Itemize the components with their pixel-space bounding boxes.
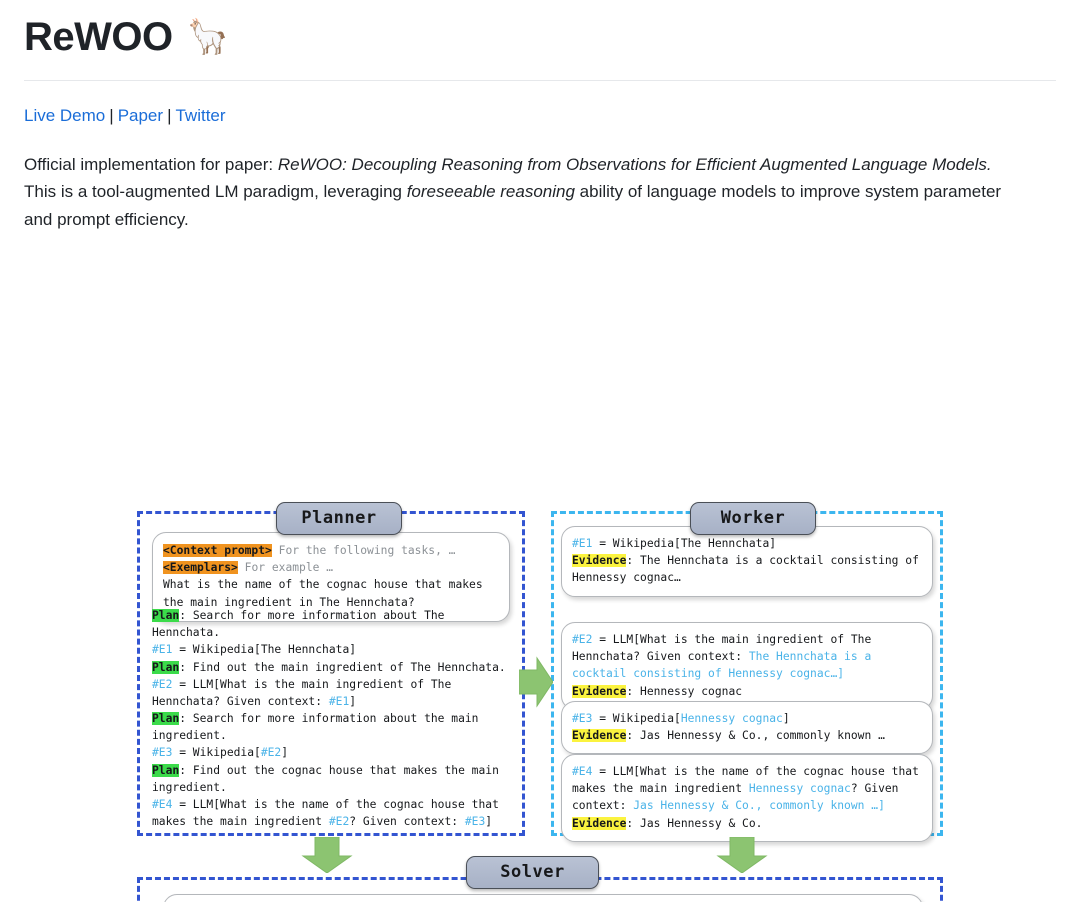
planner-step-plan-3: Plan: Search for more information about … — [152, 710, 518, 744]
planner-label: Planner — [276, 502, 402, 536]
evidence-tag: Evidence — [572, 816, 627, 830]
var-ref-e2: #E2 — [260, 746, 282, 760]
worker-call-suffix: ] — [782, 712, 790, 726]
worker-call-suffix: ] — [837, 667, 845, 681]
plan-text: : Find out the main ingredient of The He… — [179, 660, 506, 674]
evidence-tag: Evidence — [572, 729, 627, 743]
context-prompt-tag: <Context prompt> — [163, 544, 272, 558]
page-title-text: ReWOO — [24, 15, 173, 59]
worker-call-suffix: ] — [878, 799, 885, 813]
link-live-demo[interactable]: Live Demo — [24, 106, 105, 125]
plan-tag: Plan — [152, 660, 180, 674]
description-paragraph: Official implementation for paper: ReWOO… — [24, 151, 1024, 234]
worker-call-line: #E1 = Wikipedia[The Hennchata] — [572, 535, 922, 552]
description-lead: Official implementation for paper: — [24, 154, 278, 174]
plan-text: : Search for more information about the … — [152, 712, 479, 743]
worker-evidence-line: Evidence: The Hennchata is a cocktail co… — [572, 552, 922, 586]
llama-emoji: 🦙 — [186, 18, 229, 56]
link-separator-2: | — [167, 106, 172, 125]
exemplars-text: For example … — [244, 561, 334, 575]
substituted-evidence: Hennessy cognac — [748, 782, 851, 796]
worker-card-e3: #E3 = Wikipedia[Hennessy cognac] Evidenc… — [561, 701, 933, 755]
context-prompt-body: For the following tasks, … — [278, 544, 456, 558]
worker-call-line: #E2 = LLM[What is the main ingredient of… — [572, 631, 922, 682]
worker-evidence-line: Evidence: Jas Hennessy & Co. — [572, 815, 922, 832]
worker-card-e4: #E4 = LLM[What is the name of the cognac… — [561, 754, 933, 842]
planner-context-line: <Context prompt> For the following tasks… — [163, 542, 499, 559]
evidence-text: : Jas Hennessy & Co. — [626, 816, 763, 830]
worker-card-e1: #E1 = Wikipedia[The Hennchata] Evidence:… — [561, 526, 933, 597]
var-e4-mid: ? Given context: — [349, 814, 465, 828]
var-e3: #E3 — [572, 712, 593, 726]
planner-question: What is the name of the cognac house tha… — [163, 578, 483, 609]
worker-card-e2: #E2 = LLM[What is the main ingredient of… — [561, 622, 933, 710]
link-twitter[interactable]: Twitter — [175, 106, 225, 125]
description-emphasis: foreseeable reasoning — [406, 182, 575, 202]
var-e2-call: = LLM[What is the main ingredient of The… — [152, 677, 452, 708]
worker-evidence-line: Evidence: Jas Hennessy & Co., commonly k… — [572, 727, 922, 744]
var-e3: #E3 — [152, 746, 173, 760]
var-e1: #E1 — [152, 643, 173, 657]
solver-card: <Context prompt> Solve the task given pr… — [163, 894, 923, 902]
planner-step-plan-4: Plan: Find out the cognac house that mak… — [152, 762, 518, 796]
solver-label: Solver — [466, 856, 599, 890]
exemplars-space — [238, 561, 245, 574]
arrow-planner-to-worker-icon — [518, 654, 554, 715]
link-separator-1: | — [109, 106, 114, 125]
planner-step-var-e3: #E3 = Wikipedia[#E2] — [152, 744, 518, 761]
substituted-evidence-2: Jas Hennessy & Co., commonly known … — [633, 799, 879, 813]
planner-step-var-e1: #E1 = Wikipedia[The Hennchata] — [152, 641, 518, 658]
planner-exemplars-line: <Exemplars> For example … — [163, 559, 499, 576]
worker-call-text: = Wikipedia[The Hennchata] — [592, 537, 777, 551]
context-prompt-text — [272, 544, 279, 557]
worker-evidence-line: Evidence: Hennessy cognac — [572, 683, 922, 700]
plan-text: : Search for more information about The … — [152, 609, 445, 640]
page-title: ReWOO 🦙 — [24, 14, 1056, 60]
worker-call-line: #E3 = Wikipedia[Hennessy cognac] — [572, 710, 922, 727]
description-mid: This is a tool-augmented LM paradigm, le… — [24, 182, 407, 202]
plan-text: : Find out the cognac house that makes t… — [152, 763, 499, 794]
var-e2: #E2 — [572, 633, 593, 647]
var-ref-e2b: #E2 — [328, 814, 350, 828]
description-paper-title: ReWOO: Decoupling Reasoning from Observa… — [277, 154, 992, 174]
worker-label: Worker — [690, 502, 816, 536]
planner-plan-list: Plan: Search for more information about … — [152, 607, 518, 830]
worker-call-text: = Wikipedia[ — [592, 712, 681, 726]
plan-tag: Plan — [152, 763, 180, 777]
plan-tag: Plan — [152, 609, 180, 623]
links-row: Live Demo | Paper | Twitter — [24, 103, 1056, 129]
var-e2: #E2 — [152, 677, 173, 691]
var-e3-call: = Wikipedia[ — [172, 746, 261, 760]
var-e4: #E4 — [572, 765, 593, 779]
evidence-text: : Hennessy cognac — [626, 684, 743, 698]
var-ref-e1: #E1 — [328, 694, 350, 708]
var-ref-e3: #E3 — [464, 814, 486, 828]
plan-tag: Plan — [152, 712, 180, 726]
planner-step-plan-2: Plan: Find out the main ingredient of Th… — [152, 659, 518, 676]
header-divider — [24, 80, 1056, 81]
var-e1-call: = Wikipedia[The Hennchata] — [172, 643, 357, 657]
planner-step-var-e4: #E4 = LLM[What is the name of the cognac… — [152, 796, 518, 830]
page-root: ReWOO 🦙 Live Demo | Paper | Twitter Official… — [0, 0, 1080, 902]
link-paper[interactable]: Paper — [118, 106, 163, 125]
var-e4: #E4 — [152, 797, 173, 811]
arrow-worker-to-solver-icon — [714, 836, 770, 878]
var-e3-tail: ] — [281, 746, 289, 760]
substituted-evidence: Hennessy cognac — [680, 712, 783, 726]
repo-header: ReWOO 🦙 — [0, 0, 1080, 60]
var-e4-tail: ] — [485, 814, 493, 828]
var-e2-tail: ] — [349, 694, 357, 708]
evidence-text: : Jas Hennessy & Co., commonly known … — [626, 729, 885, 743]
exemplars-tag: <Exemplars> — [163, 561, 238, 575]
planner-step-plan-1: Plan: Search for more information about … — [152, 607, 518, 641]
rewoo-architecture-diagram: Planner Worker Solver <Context prompt> F… — [0, 249, 1080, 902]
planner-step-var-e2: #E2 = LLM[What is the main ingredient of… — [152, 676, 518, 710]
var-e1: #E1 — [572, 537, 593, 551]
evidence-tag: Evidence — [572, 684, 627, 698]
arrow-planner-to-solver-icon — [299, 836, 355, 878]
worker-call-line: #E4 = LLM[What is the name of the cognac… — [572, 763, 922, 814]
evidence-tag: Evidence — [572, 554, 627, 568]
